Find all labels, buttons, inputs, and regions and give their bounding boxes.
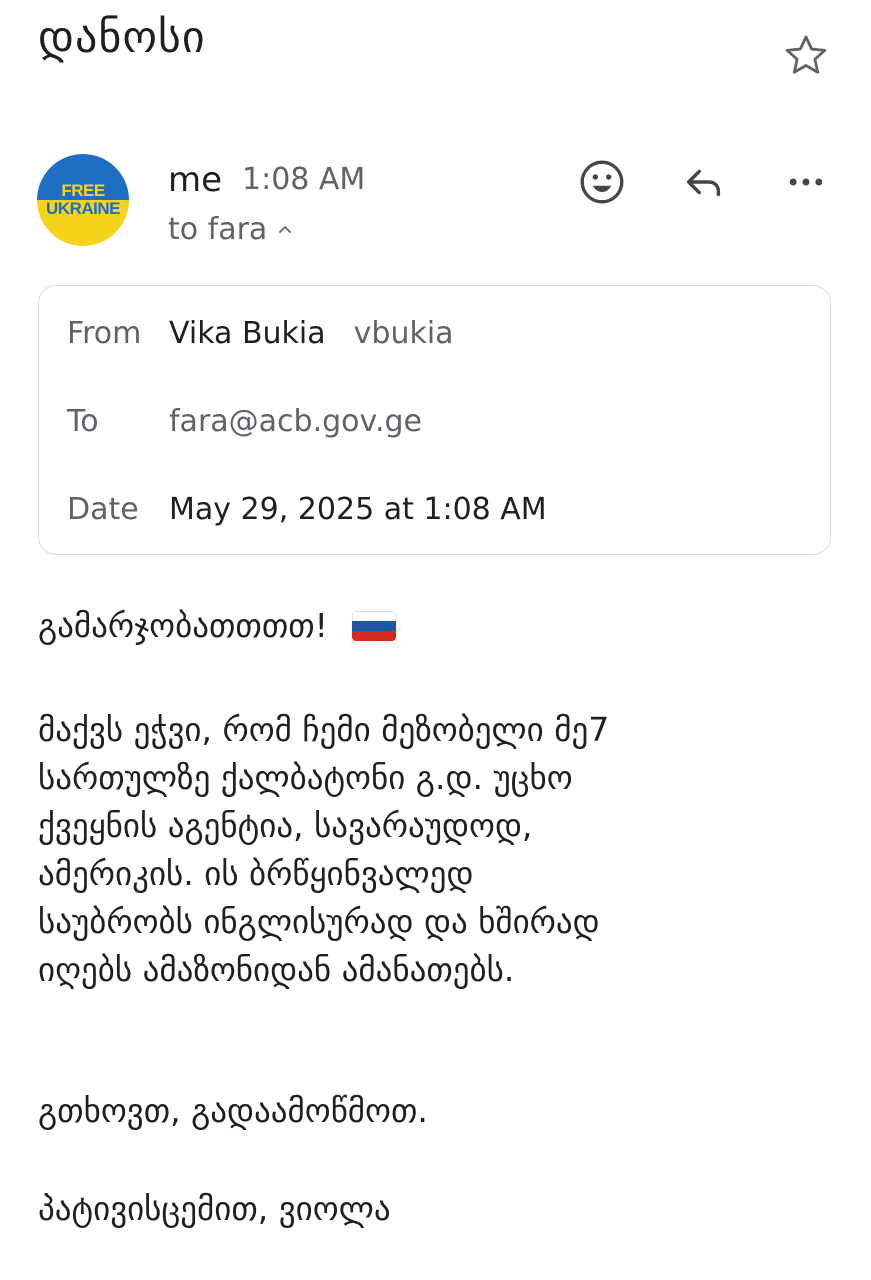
body-greeting-line: გამარჯობათთთთ! xyxy=(38,602,838,650)
body-closing: პატივისცემით, ვიოლა xyxy=(38,1189,391,1228)
body-request: გთხოვთ, გადაამოწმოთ. xyxy=(38,1091,428,1130)
sent-time: 1:08 AM xyxy=(242,162,366,197)
date-label: Date xyxy=(67,492,139,527)
body-line: მაქვს ეჭვი, რომ ჩემი მეზობელი მე7 xyxy=(38,710,610,749)
russia-flag-emoji xyxy=(352,611,397,641)
reply-button[interactable] xyxy=(676,154,732,210)
from-name: Vika Bukia xyxy=(169,316,326,351)
details-from-row: From Vika Bukia vbukia xyxy=(67,316,454,351)
body-paragraph: მაქვს ეჭვი, რომ ჩემი მეზობელი მე7 სართულ… xyxy=(38,706,838,994)
body-line: ქვეყნის აგენტია, სავარაუდოდ, xyxy=(38,806,533,845)
chevron-up-icon xyxy=(279,225,292,233)
body-line: იღებს ამაზონიდან ამანათებს. xyxy=(38,950,515,989)
recipient-summary-toggle[interactable]: to fara xyxy=(168,212,293,247)
avatar: FREE UKRAINE xyxy=(37,154,129,246)
details-date-row: Date May 29, 2025 at 1:08 AM xyxy=(67,492,547,527)
body-line: სართულზე ქალბატონი გ.დ. უცხო xyxy=(38,758,573,797)
add-reaction-button[interactable] xyxy=(574,154,630,210)
body-line: ამერიკის. ის ბრწყინვალედ xyxy=(38,854,474,893)
message-details-card: From Vika Bukia vbukia To fara@acb.gov.g… xyxy=(38,285,831,555)
date-value: May 29, 2025 at 1:08 AM xyxy=(169,492,547,527)
avatar-text-ukraine: UKRAINE xyxy=(46,199,120,218)
to-address[interactable]: fara@acb.gov.ge xyxy=(169,404,422,439)
avatar-text-free: FREE xyxy=(61,181,105,200)
body-greeting: გამარჯობათთთთ! xyxy=(38,606,328,645)
more-options-button[interactable] xyxy=(778,154,834,210)
recipient-summary: to fara xyxy=(168,212,268,247)
from-label: From xyxy=(67,316,142,351)
body-line: საუბრობს ინგლისურად და ხშირად xyxy=(38,902,600,941)
reply-icon xyxy=(686,169,721,197)
to-label: To xyxy=(67,404,99,439)
details-to-row: To fara@acb.gov.ge xyxy=(67,404,422,439)
from-username: vbukia xyxy=(353,316,454,351)
more-horizontal-icon xyxy=(789,178,823,186)
smiley-icon xyxy=(580,160,624,204)
sender-name: me xyxy=(168,160,223,200)
star-icon[interactable] xyxy=(780,30,832,82)
email-subject: დანოსი xyxy=(38,12,206,63)
